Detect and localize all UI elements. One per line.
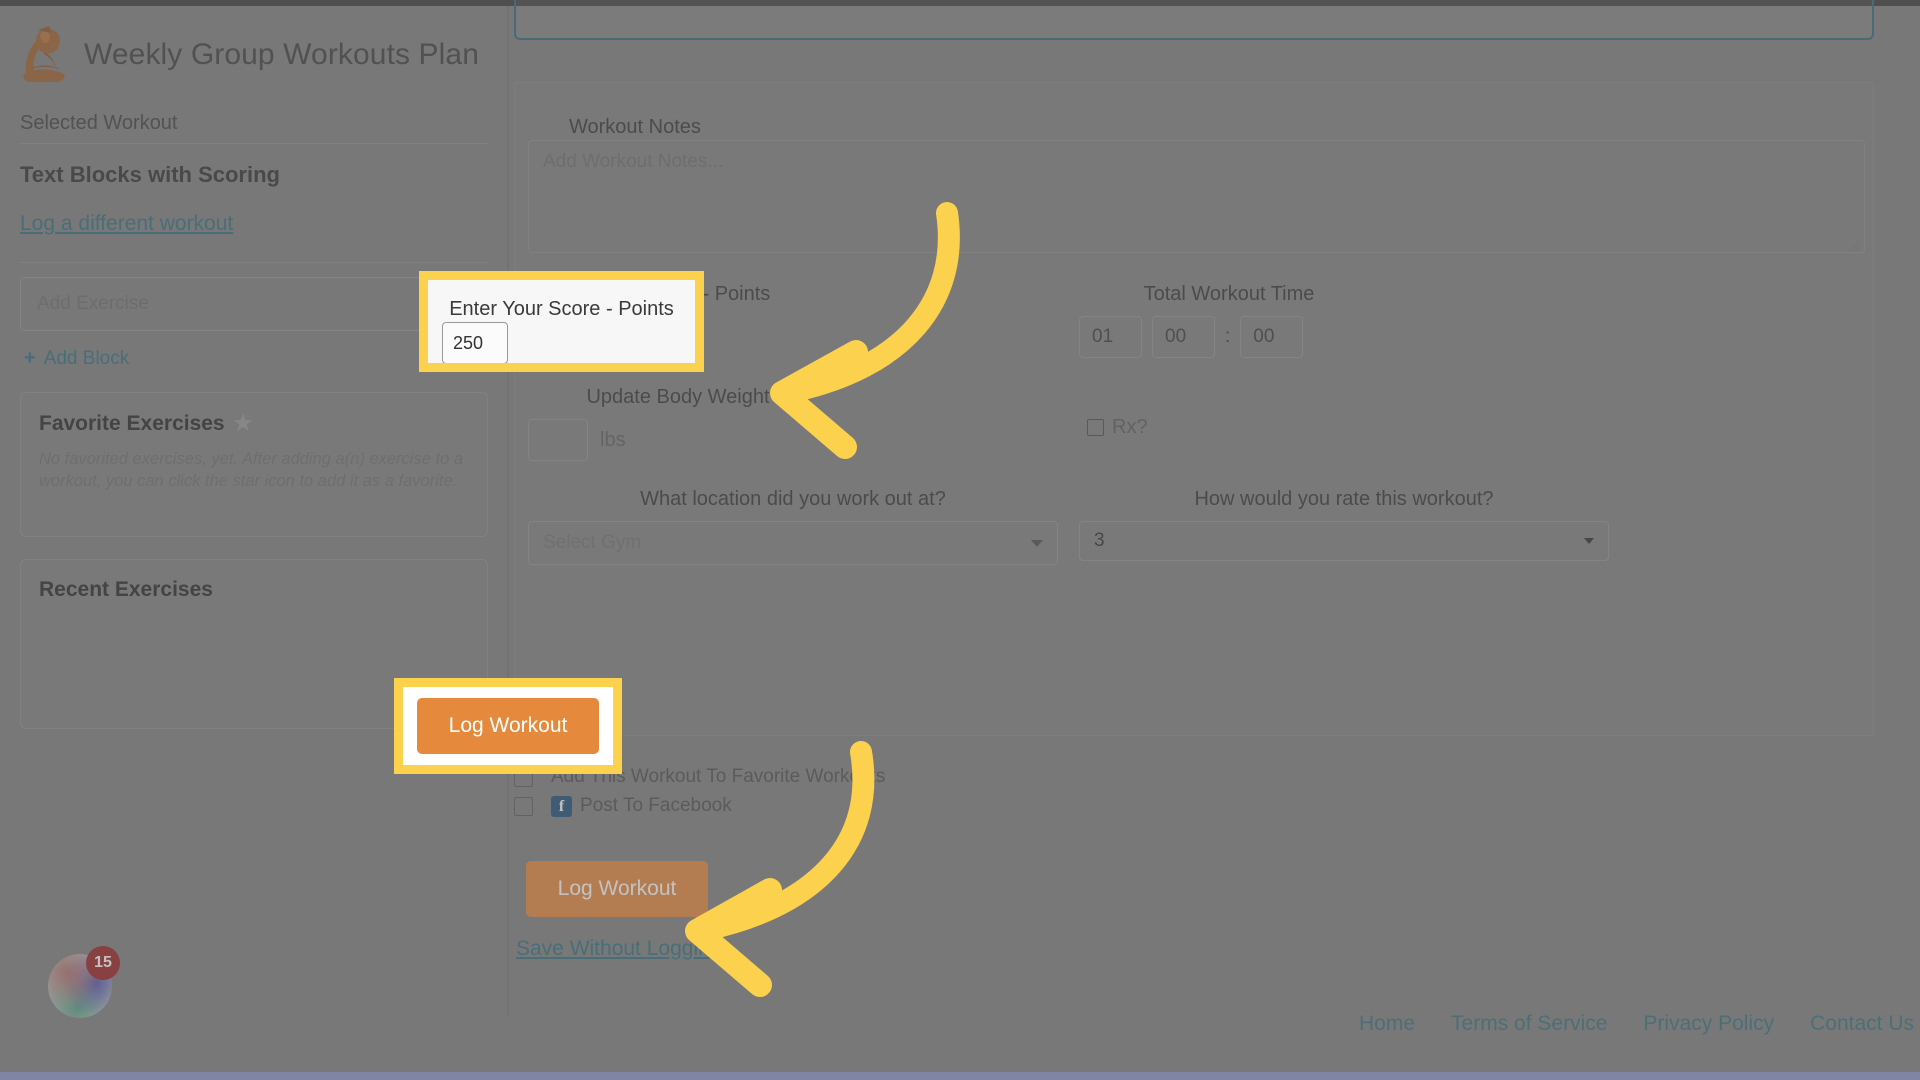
rating-group: How would you rate this workout? 3 bbox=[1079, 488, 1609, 561]
bottom-accent-bar bbox=[0, 1072, 1920, 1080]
workout-notes-textarea[interactable]: Add Workout Notes... bbox=[528, 140, 1865, 253]
search-icon[interactable] bbox=[448, 290, 471, 318]
body-weight-input[interactable] bbox=[528, 419, 588, 461]
post-to-facebook-checkbox-row[interactable]: f Post To Facebook bbox=[514, 795, 885, 817]
score-field-group: Enter Your Score - Points bbox=[528, 283, 788, 358]
footer-links: Home Terms of Service Privacy Policy Con… bbox=[514, 1012, 1920, 1036]
chevron-down-icon[interactable] bbox=[1031, 539, 1043, 547]
app-page: Weekly Group Workouts Plan Selected Work… bbox=[0, 0, 1920, 1080]
plus-icon: + bbox=[24, 347, 36, 369]
divider bbox=[20, 143, 488, 144]
save-without-logging-link[interactable]: Save Without Logging bbox=[516, 937, 721, 961]
rating-selected-value: 3 bbox=[1094, 530, 1105, 551]
log-different-workout-link[interactable]: Log a different workout bbox=[20, 212, 233, 236]
body-weight-label: Update Body Weight bbox=[586, 386, 770, 408]
selected-workout-name: Text Blocks with Scoring bbox=[20, 162, 280, 187]
resize-handle-icon[interactable] bbox=[1848, 237, 1860, 253]
add-exercise-placeholder: Add Exercise bbox=[37, 293, 149, 314]
divider bbox=[20, 262, 488, 263]
workout-notes-label: Workout Notes bbox=[569, 116, 701, 138]
post-to-facebook-label: Post To Facebook bbox=[580, 795, 732, 816]
rating-label: How would you rate this workout? bbox=[1194, 488, 1494, 510]
footer-link-terms[interactable]: Terms of Service bbox=[1451, 1012, 1607, 1036]
footer-link-privacy[interactable]: Privacy Policy bbox=[1643, 1012, 1774, 1036]
sidebar: Weekly Group Workouts Plan Selected Work… bbox=[0, 6, 508, 1080]
page-title: Weekly Group Workouts Plan bbox=[84, 38, 479, 71]
favorite-workout-label: Add This Workout To Favorite Workouts bbox=[551, 766, 886, 787]
favorite-workout-checkbox-row[interactable]: Add This Workout To Favorite Workouts bbox=[514, 766, 885, 788]
rx-checkbox-group[interactable]: Rx? bbox=[1087, 416, 1148, 439]
recent-exercises-card: Recent Exercises bbox=[20, 559, 488, 729]
rating-select[interactable]: 3 bbox=[1079, 521, 1609, 561]
post-to-facebook-checkbox[interactable] bbox=[514, 796, 533, 816]
location-label: What location did you work out at? bbox=[640, 488, 946, 510]
options-checkbox-list: Add This Workout To Favorite Workouts f … bbox=[514, 766, 885, 824]
selected-workout-label: Selected Workout bbox=[20, 112, 178, 134]
add-block-label: Add Block bbox=[43, 347, 130, 369]
favorite-workout-checkbox[interactable] bbox=[514, 767, 533, 787]
score-label: Enter Your Score - Points bbox=[545, 283, 771, 305]
chat-support-widget[interactable]: 15 bbox=[48, 946, 120, 1018]
score-input[interactable] bbox=[528, 316, 594, 358]
chevron-down-icon[interactable] bbox=[1584, 538, 1594, 544]
time-separator: : bbox=[1225, 326, 1231, 347]
log-workout-button[interactable]: Log Workout bbox=[526, 861, 708, 917]
brand-header: Weekly Group Workouts Plan bbox=[0, 6, 508, 86]
workout-time-seconds-input[interactable] bbox=[1240, 316, 1304, 358]
location-select[interactable]: Select Gym bbox=[528, 521, 1058, 565]
workout-time-hours-input[interactable] bbox=[1079, 316, 1142, 358]
star-icon: ★ bbox=[233, 412, 253, 435]
sidebar-main-divider bbox=[507, 6, 509, 1016]
rx-label: Rx? bbox=[1112, 416, 1148, 438]
add-block-button[interactable]: + Add Block bbox=[24, 347, 488, 370]
body-weight-group: Update Body Weight lbs bbox=[528, 386, 828, 461]
footer-link-contact[interactable]: Contact Us bbox=[1810, 1012, 1914, 1036]
recent-exercises-title: Recent Exercises bbox=[39, 578, 213, 601]
total-workout-time-label: Total Workout Time bbox=[1143, 283, 1315, 305]
rx-checkbox[interactable] bbox=[1087, 419, 1104, 436]
chat-unread-badge: 15 bbox=[86, 946, 120, 980]
post-to-facebook-label-row: f Post To Facebook bbox=[551, 795, 732, 817]
total-workout-time-group: Total Workout Time : bbox=[1079, 283, 1379, 358]
favorite-exercises-empty-text: No favorited exercises, yet. After addin… bbox=[39, 450, 464, 491]
main-content: Workout Notes Add Workout Notes... Enter… bbox=[514, 6, 1920, 1080]
facebook-icon: f bbox=[551, 795, 572, 817]
workout-time-minutes-input[interactable] bbox=[1152, 316, 1215, 358]
footer-link-home[interactable]: Home bbox=[1359, 1012, 1415, 1036]
location-selected-value: Select Gym bbox=[543, 532, 642, 553]
favorite-exercises-card: Favorite Exercises ★ No favorited exerci… bbox=[20, 392, 488, 537]
add-exercise-search[interactable]: Add Exercise bbox=[20, 277, 488, 331]
body-weight-unit: lbs bbox=[600, 428, 626, 451]
favorite-exercises-title: Favorite Exercises bbox=[39, 411, 225, 435]
workout-notes-placeholder: Add Workout Notes... bbox=[543, 151, 724, 172]
thinker-statue-logo-icon bbox=[18, 24, 70, 86]
location-group: What location did you work out at? Selec… bbox=[528, 488, 1058, 565]
favorite-exercises-title-row: Favorite Exercises ★ bbox=[39, 411, 469, 436]
